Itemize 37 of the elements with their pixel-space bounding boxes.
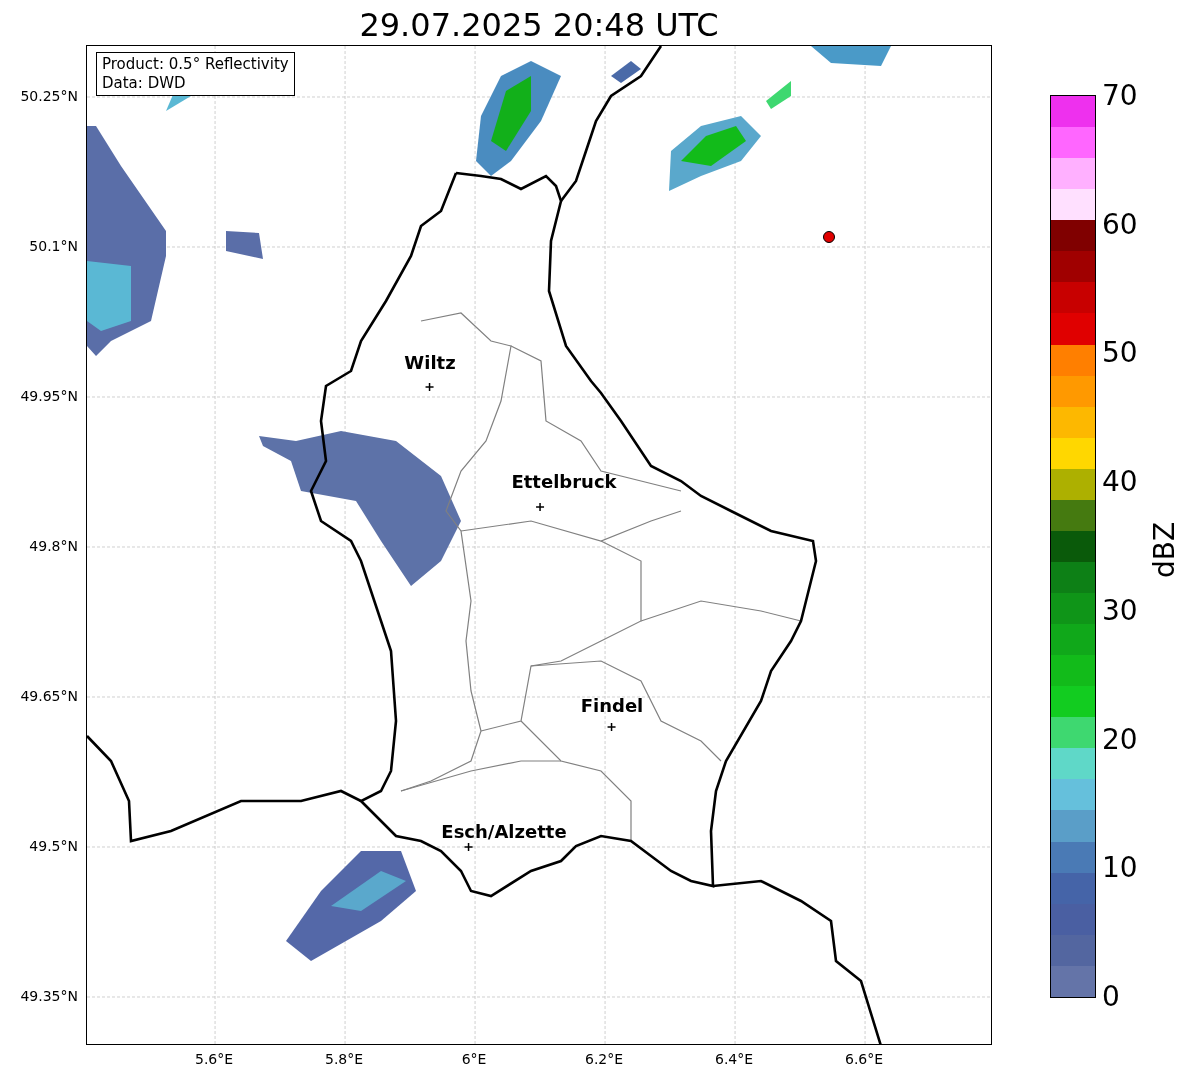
chart-title: 29.07.2025 20:48 UTC [358, 5, 720, 45]
city-label: Esch/Alzette [441, 821, 567, 842]
latitude-label: 50.1°N [29, 238, 78, 254]
location-dot [823, 231, 835, 243]
latitude-label: 49.5°N [29, 838, 78, 854]
scale-tick-label: 20 [1102, 722, 1138, 756]
longitude-label: 6.6°E [845, 1051, 884, 1067]
longitude-label: 6°E [461, 1051, 487, 1067]
scale-tick-label: 30 [1102, 593, 1138, 627]
latitude-label: 49.35°N [20, 988, 78, 1004]
radar-echo [766, 81, 791, 109]
latitude-label: 49.65°N [20, 688, 78, 704]
longitude-label: 6.2°E [585, 1051, 624, 1067]
city-marker-icon [606, 722, 617, 732]
latitude-label: 49.8°N [29, 538, 78, 554]
city-marker-icon [535, 502, 545, 512]
product-text: Product: 0.5° Reflectivity [102, 55, 289, 74]
radar-echo [611, 61, 641, 83]
source-text: Data: DWD [102, 74, 187, 93]
longitude-label: 5.6°E [195, 1051, 234, 1067]
latitude-label: 50.25°N [20, 88, 78, 104]
latitude-label: 49.95°N [20, 388, 78, 404]
city-label: Wiltz [404, 352, 456, 373]
scale-tick-label: 10 [1102, 850, 1138, 884]
radar-echo [226, 231, 263, 259]
city-label: Findel [580, 695, 644, 716]
city-marker-icon [463, 842, 474, 852]
scale-tick-label: 50 [1102, 335, 1138, 369]
scale-tick-label: 0 [1102, 979, 1120, 1013]
city-label: Ettelbruck [511, 471, 617, 492]
longitude-label: 6.4°E [715, 1051, 754, 1067]
scale-tick-label: 70 [1102, 78, 1138, 112]
scale-title: dBZ [1147, 521, 1181, 579]
longitude-label: 5.8°E [325, 1051, 364, 1067]
city-marker-icon [424, 382, 435, 392]
scale-tick-label: 40 [1102, 464, 1138, 498]
scale-tick-label: 60 [1102, 207, 1138, 241]
